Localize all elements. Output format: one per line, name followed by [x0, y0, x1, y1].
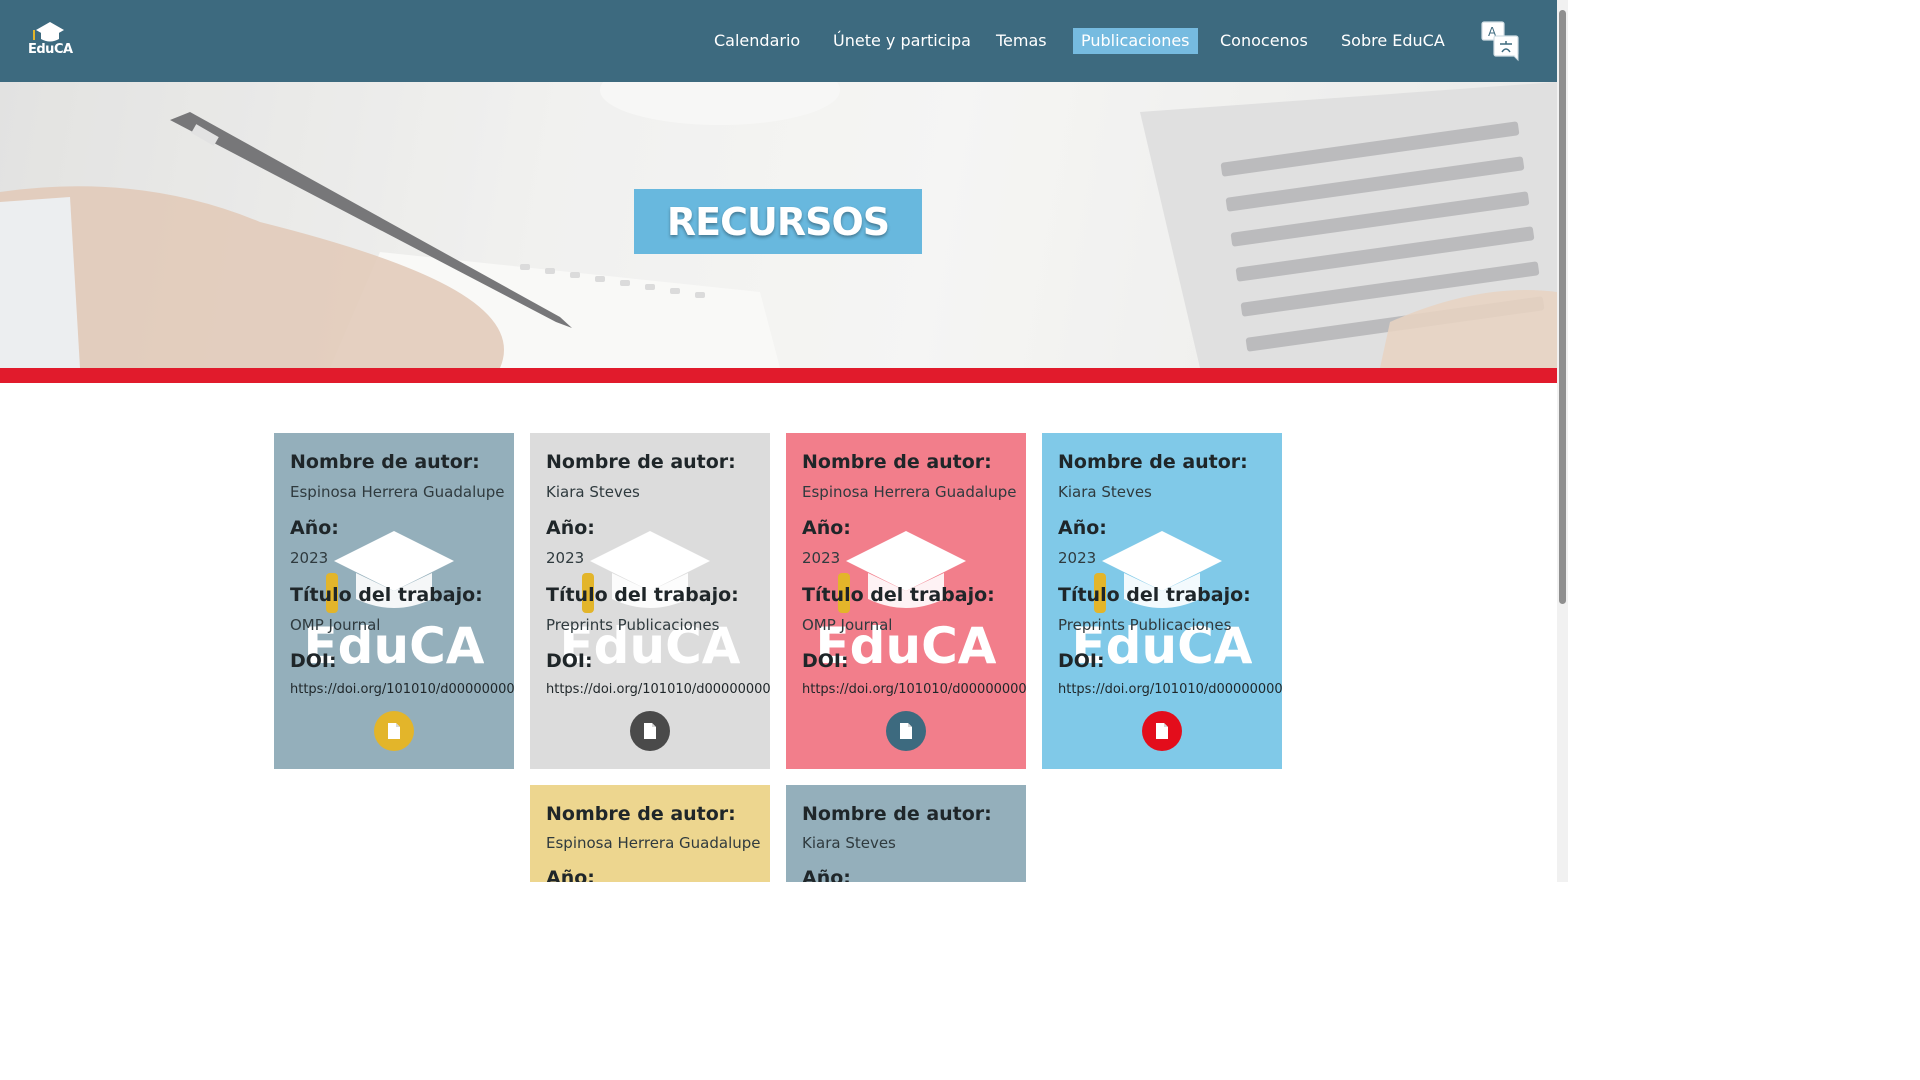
work-title-label: Título del trabajo:: [802, 584, 995, 606]
year-value: 2023: [802, 549, 841, 567]
year-value: 2023: [1058, 549, 1097, 567]
work-title-value: OMP Journal: [290, 616, 381, 634]
scrollbar-thumb[interactable]: [1559, 10, 1566, 604]
hero-title: RECURSOS: [666, 200, 890, 244]
file-icon: [644, 723, 656, 739]
author-value: Kiara Steves: [1058, 483, 1152, 501]
work-title-value: Preprints Publicaciones: [1058, 616, 1232, 634]
translate-icon[interactable]: A: [1480, 20, 1524, 62]
nav-publicaciones[interactable]: Publicaciones: [1073, 28, 1198, 54]
file-icon: [1156, 723, 1168, 739]
red-divider: [0, 368, 1557, 383]
file-icon: [900, 723, 912, 739]
educa-logo[interactable]: EduCA: [24, 20, 76, 62]
author-value: Kiara Steves: [802, 834, 896, 852]
work-title-value: OMP Journal: [802, 616, 893, 634]
work-title-value: Preprints Publicaciones: [546, 616, 720, 634]
publication-card: EduCA Nombre de autor: Espinosa Herrera …: [274, 433, 514, 769]
year-label: Año:: [1058, 517, 1107, 539]
publication-card: EduCA Nombre de autor: Kiara Steves Año:…: [530, 433, 770, 769]
doi-link[interactable]: https://doi.org/101010/d000000000: [1058, 682, 1282, 697]
logo-text: EduCA: [28, 42, 73, 57]
author-label: Nombre de autor:: [546, 803, 736, 825]
doi-link[interactable]: https://doi.org/101010/d000000000: [290, 682, 514, 697]
year-label: Año:: [802, 517, 851, 539]
author-label: Nombre de autor:: [1058, 451, 1248, 473]
publication-card: EduCA Nombre de autor: Espinosa Herrera …: [786, 433, 1026, 769]
open-file-button[interactable]: [630, 711, 670, 751]
author-label: Nombre de autor:: [802, 803, 992, 825]
doi-label: DOI:: [546, 650, 593, 672]
publication-card: Nombre de autor: Espinosa Herrera Guadal…: [530, 785, 770, 882]
work-title-label: Título del trabajo:: [290, 584, 483, 606]
top-navigation-bar: EduCA Calendario Únete y participa Temas…: [0, 0, 1557, 82]
year-label: Año:: [546, 867, 595, 882]
year-value: 2023: [290, 549, 329, 567]
nav-conocenos[interactable]: Conocenos: [1212, 28, 1316, 54]
author-value: Espinosa Herrera Guadalupe: [546, 834, 761, 852]
doi-label: DOI:: [802, 650, 849, 672]
doi-label: DOI:: [1058, 650, 1105, 672]
nav-calendario[interactable]: Calendario: [706, 28, 808, 54]
open-file-button[interactable]: [886, 711, 926, 751]
author-label: Nombre de autor:: [546, 451, 736, 473]
file-icon: [388, 723, 400, 739]
open-file-button[interactable]: [1142, 711, 1182, 751]
author-value: Kiara Steves: [546, 483, 640, 501]
year-label: Año:: [546, 517, 595, 539]
nav-sobre-educa[interactable]: Sobre EduCA: [1333, 28, 1453, 54]
doi-link[interactable]: https://doi.org/101010/d000000000: [546, 682, 770, 697]
author-value: Espinosa Herrera Guadalupe: [802, 483, 1017, 501]
hero-banner: RECURSOS: [0, 82, 1557, 368]
year-label: Año:: [802, 867, 851, 882]
author-label: Nombre de autor:: [290, 451, 480, 473]
nav-temas[interactable]: Temas: [988, 28, 1055, 54]
author-label: Nombre de autor:: [802, 451, 992, 473]
work-title-label: Título del trabajo:: [546, 584, 739, 606]
publication-card: EduCA Nombre de autor: Kiara Steves Año:…: [1042, 433, 1282, 769]
open-file-button[interactable]: [374, 711, 414, 751]
author-value: Espinosa Herrera Guadalupe: [290, 483, 505, 501]
hero-title-box: RECURSOS: [634, 189, 922, 254]
work-title-label: Título del trabajo:: [1058, 584, 1251, 606]
year-label: Año:: [290, 517, 339, 539]
year-value: 2023: [546, 549, 585, 567]
doi-link[interactable]: https://doi.org/101010/d000000000: [802, 682, 1026, 697]
doi-label: DOI:: [290, 650, 337, 672]
nav-unete-y-participa[interactable]: Únete y participa: [825, 28, 979, 54]
publication-card: Nombre de autor: Kiara Steves Año:: [786, 785, 1026, 882]
